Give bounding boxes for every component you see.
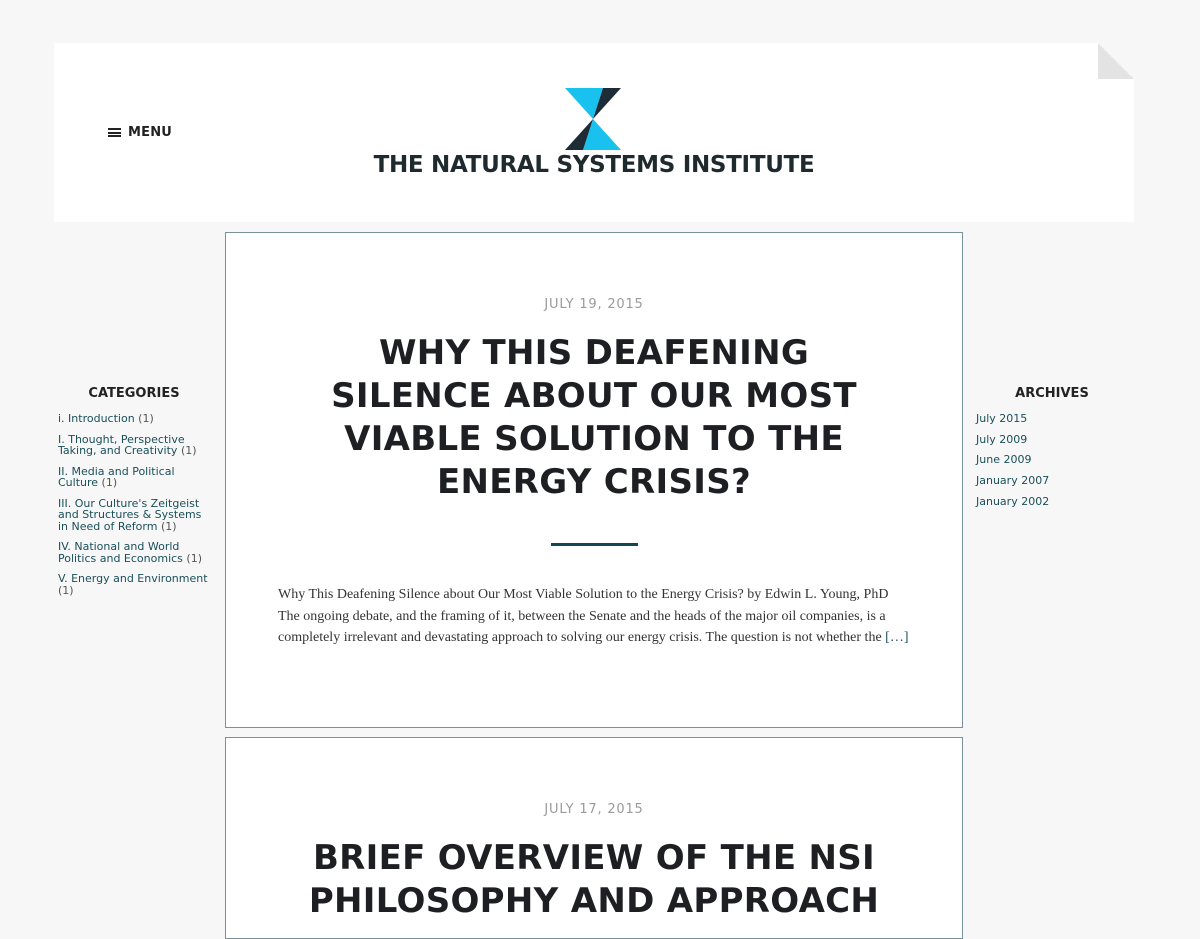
read-more-link[interactable]: […]	[885, 630, 908, 645]
archives-list: July 2015 July 2009 June 2009 January 20…	[976, 413, 1132, 507]
list-item: V. Energy and Environment (1)	[58, 573, 214, 596]
categories-title: CATEGORIES	[88, 386, 180, 401]
post-title[interactable]: BRIEF OVERVIEW OF THE NSI PHILOSOPHY AND…	[294, 837, 894, 923]
menu-toggle-button[interactable]: MENU	[108, 125, 172, 140]
category-count: (1)	[58, 583, 74, 597]
site-title[interactable]: THE NATURAL SYSTEMS INSTITUTE	[54, 152, 1134, 178]
category-link[interactable]: I. Thought, Perspective Taking, and Crea…	[58, 433, 185, 458]
archive-link[interactable]: January 2002	[976, 495, 1049, 508]
archive-link[interactable]: June 2009	[976, 453, 1031, 466]
archives-widget: ARCHIVES July 2015 July 2009 June 2009 J…	[976, 386, 1132, 516]
post-divider	[550, 543, 638, 546]
category-count: (1)	[186, 551, 202, 565]
post-excerpt-text: Why This Deafening Silence about Our Mos…	[278, 587, 889, 646]
archive-link[interactable]: July 2009	[976, 433, 1027, 446]
list-item: July 2015	[976, 413, 1132, 425]
archives-title: ARCHIVES	[1015, 386, 1089, 401]
post-card: JULY 19, 2015 WHY THIS DEAFENING SILENCE…	[225, 232, 963, 728]
category-link[interactable]: V. Energy and Environment	[58, 572, 208, 585]
list-item: IV. National and World Politics and Econ…	[58, 541, 214, 564]
list-item: January 2002	[976, 496, 1132, 508]
category-link[interactable]: III. Our Culture's Zeitgeist and Structu…	[58, 497, 201, 533]
archive-link[interactable]: July 2015	[976, 412, 1027, 425]
list-item: II. Media and Political Culture (1)	[58, 465, 214, 489]
post-date[interactable]: JULY 17, 2015	[226, 802, 962, 817]
category-link[interactable]: IV. National and World Politics and Econ…	[58, 540, 183, 565]
list-item: III. Our Culture's Zeitgeist and Structu…	[58, 497, 214, 533]
list-item: January 2007	[976, 475, 1132, 487]
list-item: July 2009	[976, 433, 1132, 446]
category-count: (1)	[101, 476, 118, 489]
site-logo[interactable]	[565, 88, 621, 150]
list-item: I. Thought, Perspective Taking, and Crea…	[58, 433, 214, 458]
archive-link[interactable]: January 2007	[976, 474, 1049, 487]
category-count: (1)	[180, 444, 197, 457]
post-title[interactable]: WHY THIS DEAFENING SILENCE ABOUT OUR MOS…	[294, 332, 894, 504]
post-excerpt: Why This Deafening Silence about Our Mos…	[278, 584, 910, 649]
category-count: (1)	[138, 412, 154, 425]
categories-list: i. Introduction (1) I. Thought, Perspect…	[58, 413, 214, 596]
hamburger-icon	[108, 128, 121, 137]
menu-label: MENU	[128, 125, 173, 140]
list-item: i. Introduction (1)	[58, 413, 214, 425]
categories-widget: CATEGORIES i. Introduction (1) I. Though…	[58, 386, 214, 605]
post-card: JULY 17, 2015 BRIEF OVERVIEW OF THE NSI …	[225, 737, 963, 939]
post-date[interactable]: JULY 19, 2015	[226, 297, 962, 312]
list-item: June 2009	[976, 454, 1132, 466]
page-corner-fold	[1098, 43, 1134, 79]
site-header: MENU THE NATURAL SYSTEMS INSTITUTE	[54, 43, 1134, 222]
category-count: (1)	[160, 519, 177, 533]
category-link[interactable]: i. Introduction	[58, 412, 135, 425]
